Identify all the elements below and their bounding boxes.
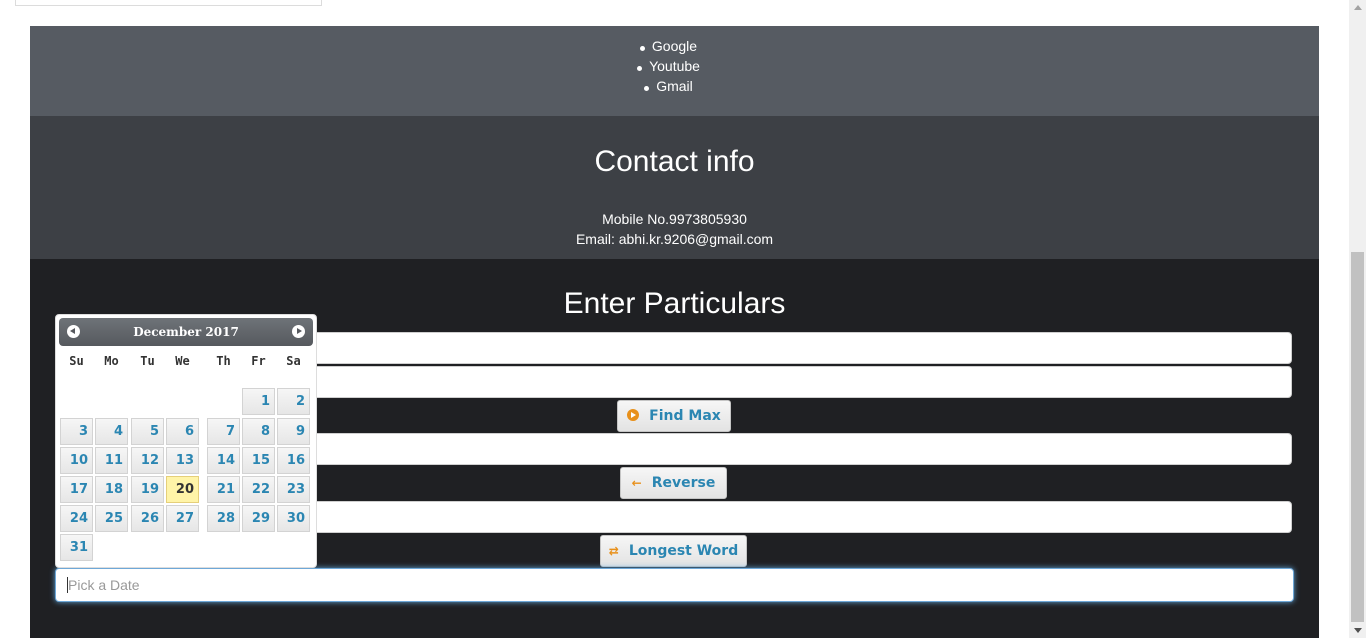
date-placeholder: Pick a Date [68, 577, 140, 593]
calendar-day[interactable]: 1 [242, 388, 275, 415]
calendar-day[interactable]: 12 [131, 447, 164, 474]
calendar-day[interactable]: 13 [166, 447, 199, 474]
find-max-label: Find Max [649, 408, 721, 424]
calendar-day[interactable]: 7 [207, 418, 240, 445]
datepicker-header: December 2017 [59, 318, 313, 346]
circle-arrow-right-icon[interactable] [292, 325, 305, 338]
datepicker-popup: December 2017 Su Mo Tu We Th Fr Sa 1 2 3 4 5 6 7 8 9 10 1… [55, 314, 317, 568]
scroll-down-icon[interactable] [1354, 628, 1362, 633]
link-gmail[interactable]: Gmail [30, 76, 1319, 96]
weekday-header: We [175, 354, 190, 368]
circle-arrow-left-icon[interactable] [67, 325, 80, 338]
calendar-day[interactable]: 4 [95, 418, 128, 445]
calendar-day[interactable]: 23 [277, 476, 310, 503]
text-caret [67, 577, 68, 593]
top-input-box[interactable] [15, 0, 322, 6]
calendar-day[interactable]: 26 [131, 505, 164, 532]
calendar-day[interactable]: 21 [207, 476, 240, 503]
contact-mobile: Mobile No.9973805930 [602, 211, 747, 227]
reverse-button[interactable]: ← Reverse [620, 467, 727, 499]
weekday-header: Sa [286, 354, 301, 368]
calendar-day[interactable]: 30 [277, 505, 310, 532]
contact-section: Contact info Mobile No.9973805930 Email:… [30, 116, 1319, 259]
link-google[interactable]: Google [30, 36, 1319, 56]
contact-title: Contact info [594, 145, 755, 178]
calendar-day[interactable]: 15 [242, 447, 275, 474]
calendar-day[interactable]: 29 [242, 505, 275, 532]
calendar-day[interactable]: 18 [95, 476, 128, 503]
calendar-day[interactable]: 2 [277, 388, 310, 415]
weekday-header: Su [69, 354, 84, 368]
longest-word-label: Longest Word [628, 543, 739, 559]
arrow-left-icon: ← [631, 476, 642, 490]
calendar-day-today[interactable]: 20 [166, 476, 199, 503]
calendar-day[interactable]: 10 [60, 447, 93, 474]
calendar-day[interactable]: 27 [166, 505, 199, 532]
datepicker-month-label: December 2017 [133, 325, 239, 339]
date-input[interactable]: Pick a Date [55, 568, 1294, 602]
calendar-day[interactable]: 9 [277, 418, 310, 445]
find-max-button[interactable]: Find Max [617, 400, 731, 432]
calendar-day[interactable]: 17 [60, 476, 93, 503]
calendar-day[interactable]: 16 [277, 447, 310, 474]
calendar-day[interactable]: 24 [60, 505, 93, 532]
calendar-day[interactable]: 5 [131, 418, 164, 445]
calendar-day[interactable]: 3 [60, 418, 93, 445]
calendar-day[interactable]: 8 [242, 418, 275, 445]
contact-email: Email: abhi.kr.9206@gmail.com [575, 231, 774, 247]
links-section: Google Youtube Gmail [30, 26, 1319, 116]
circle-play-icon [627, 409, 640, 421]
calendar-day[interactable]: 22 [242, 476, 275, 503]
reverse-label: Reverse [651, 475, 716, 491]
weekday-header: Mo [104, 354, 119, 368]
calendar-day[interactable]: 6 [166, 418, 199, 445]
calendar-day[interactable]: 19 [131, 476, 164, 503]
page-scrollbar[interactable] [1349, 0, 1366, 638]
weekday-header: Th [216, 354, 231, 368]
longest-word-button[interactable]: ⇄ Longest Word [600, 535, 747, 567]
calendar-day[interactable]: 25 [95, 505, 128, 532]
calendar-day[interactable]: 31 [60, 534, 93, 561]
scroll-up-icon[interactable] [1354, 5, 1362, 10]
calendar-day[interactable]: 14 [207, 447, 240, 474]
weekday-header: Tu [140, 354, 155, 368]
calendar-day[interactable]: 11 [95, 447, 128, 474]
scrollbar-thumb[interactable] [1351, 252, 1364, 622]
swap-arrows-icon: ⇄ [608, 544, 619, 558]
calendar-day[interactable]: 28 [207, 505, 240, 532]
weekday-header: Fr [251, 354, 266, 368]
link-youtube[interactable]: Youtube [30, 56, 1319, 76]
